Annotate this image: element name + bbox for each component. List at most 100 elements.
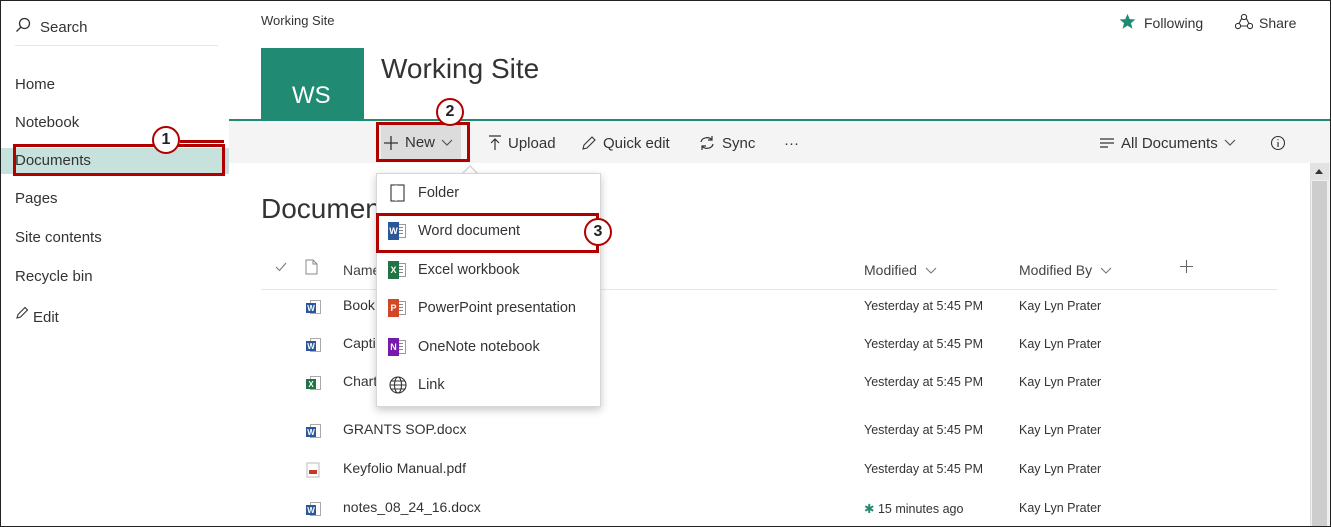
info-icon: [1270, 135, 1286, 151]
nav-item-pages[interactable]: Pages: [15, 186, 58, 212]
modified-text: 15 minutes ago: [877, 502, 964, 516]
divider: [15, 45, 218, 46]
modified-cell: Yesterday at 5:45 PM: [864, 423, 984, 437]
pencil-icon: [15, 303, 29, 329]
upload-icon: [488, 135, 502, 151]
info-button[interactable]: [1270, 132, 1286, 154]
word-file-icon: W: [306, 299, 322, 315]
callout-connector-1: [180, 140, 224, 143]
sync-button[interactable]: Sync: [698, 132, 755, 154]
search-label: Search: [40, 18, 88, 36]
menu-item-label: Excel workbook: [418, 262, 520, 278]
scroll-up-button[interactable]: [1310, 163, 1329, 180]
file-name-link[interactable]: Capti: [343, 335, 376, 351]
chevron-down-icon: [1100, 262, 1112, 278]
following-button[interactable]: Following: [1119, 13, 1203, 33]
edit-label: Edit: [33, 309, 59, 326]
left-navigation: Search Home Notebook Documents Pages Sit…: [1, 1, 229, 526]
star-icon: [1119, 13, 1136, 33]
file-name-link[interactable]: Book: [343, 297, 375, 313]
callout-box-word-document: [376, 213, 599, 253]
powerpoint-icon: P: [388, 298, 408, 318]
word-file-icon: W: [306, 337, 322, 353]
sync-label: Sync: [722, 134, 756, 152]
modified-by-cell[interactable]: Kay Lyn Prater: [1019, 462, 1101, 476]
file-name-link[interactable]: Chart: [343, 373, 377, 389]
callout-badge-2: 2: [436, 98, 464, 126]
file-name-link[interactable]: notes_08_24_16.docx: [343, 499, 481, 515]
menu-item-label: Folder: [418, 185, 460, 201]
breadcrumb[interactable]: Working Site: [261, 13, 334, 28]
file-name-link[interactable]: Keyfolio Manual.pdf: [343, 460, 466, 476]
menu-item-excel-workbook[interactable]: X Excel workbook: [377, 253, 600, 287]
sharepoint-window: Search Home Notebook Documents Pages Sit…: [0, 0, 1331, 527]
chevron-down-icon: [1224, 139, 1236, 147]
column-header-name[interactable]: Name: [343, 262, 380, 278]
onenote-icon: N: [388, 337, 408, 357]
nav-item-recycle-bin[interactable]: Recycle bin: [15, 264, 93, 290]
menu-item-label: OneNote notebook: [418, 339, 540, 355]
callout-badge-3: 3: [584, 218, 612, 246]
view-label: All Documents: [1121, 134, 1218, 152]
nav-item-notebook[interactable]: Notebook: [15, 110, 79, 136]
quick-edit-button[interactable]: Quick edit: [581, 132, 670, 154]
select-all-check[interactable]: [275, 262, 287, 272]
folder-icon: [388, 183, 408, 203]
following-label: Following: [1144, 15, 1204, 31]
search-box[interactable]: Search: [15, 15, 88, 39]
search-icon: [15, 17, 31, 37]
modified-cell: ✱ 15 minutes ago: [864, 501, 963, 516]
modified-by-cell[interactable]: Kay Lyn Prater: [1019, 501, 1101, 515]
modified-cell: Yesterday at 5:45 PM: [864, 462, 984, 476]
view-selector[interactable]: All Documents: [1099, 132, 1236, 154]
scrollbar-thumb[interactable]: [1312, 181, 1327, 526]
word-file-icon: W: [306, 423, 322, 439]
share-label: Share: [1259, 15, 1297, 31]
share-button[interactable]: Share: [1234, 13, 1297, 33]
column-header-modified-by[interactable]: Modified By: [1019, 262, 1112, 278]
column-header-modified[interactable]: Modified: [864, 262, 937, 278]
menu-item-link[interactable]: Link: [377, 368, 600, 402]
share-icon: [1234, 13, 1254, 33]
excel-file-icon: X: [306, 375, 322, 391]
upload-button[interactable]: Upload: [488, 132, 556, 154]
pencil-icon: [581, 135, 597, 151]
menu-item-onenote-notebook[interactable]: N OneNote notebook: [377, 330, 600, 364]
sync-icon: [698, 135, 716, 151]
site-logo-text: WS: [292, 82, 331, 109]
modified-by-cell[interactable]: Kay Lyn Prater: [1019, 375, 1101, 389]
globe-icon: [388, 375, 408, 395]
modified-cell: Yesterday at 5:45 PM: [864, 299, 984, 313]
pdf-file-icon: [306, 462, 322, 478]
edit-links-button[interactable]: Edit: [15, 303, 59, 329]
menu-item-folder[interactable]: Folder: [377, 176, 600, 210]
menu-item-label: PowerPoint presentation: [418, 300, 576, 316]
upload-label: Upload: [508, 134, 556, 152]
menu-item-powerpoint-presentation[interactable]: P PowerPoint presentation: [377, 291, 600, 325]
modified-header-label: Modified: [864, 262, 917, 278]
menu-item-label: Link: [418, 377, 445, 393]
nav-item-site-contents[interactable]: Site contents: [15, 225, 102, 251]
modified-by-cell[interactable]: Kay Lyn Prater: [1019, 299, 1101, 313]
modified-by-cell[interactable]: Kay Lyn Prater: [1019, 423, 1101, 437]
callout-box-new: [376, 122, 470, 162]
modified-by-header-label: Modified By: [1019, 262, 1093, 278]
list-view-icon: [1099, 137, 1115, 149]
modified-by-cell[interactable]: Kay Lyn Prater: [1019, 337, 1101, 351]
nav-item-home[interactable]: Home: [15, 72, 55, 98]
new-dropdown-menu: Folder W Word document X Excel workbook …: [376, 173, 601, 407]
add-column-button[interactable]: [1179, 259, 1194, 274]
callout-box-documents: [13, 144, 225, 176]
quick-edit-label: Quick edit: [603, 134, 670, 152]
modified-cell: Yesterday at 5:45 PM: [864, 375, 984, 389]
file-name-link[interactable]: GRANTS SOP.docx: [343, 421, 466, 437]
chevron-down-icon: [925, 262, 937, 278]
new-item-star-icon: ✱: [864, 502, 878, 516]
callout-badge-1: 1: [152, 126, 180, 154]
file-type-header-icon[interactable]: [305, 259, 318, 275]
site-title[interactable]: Working Site: [381, 53, 539, 85]
excel-icon: X: [388, 260, 408, 280]
word-file-icon: W: [306, 501, 322, 517]
modified-cell: Yesterday at 5:45 PM: [864, 337, 984, 351]
more-commands-button[interactable]: ···: [784, 132, 799, 154]
